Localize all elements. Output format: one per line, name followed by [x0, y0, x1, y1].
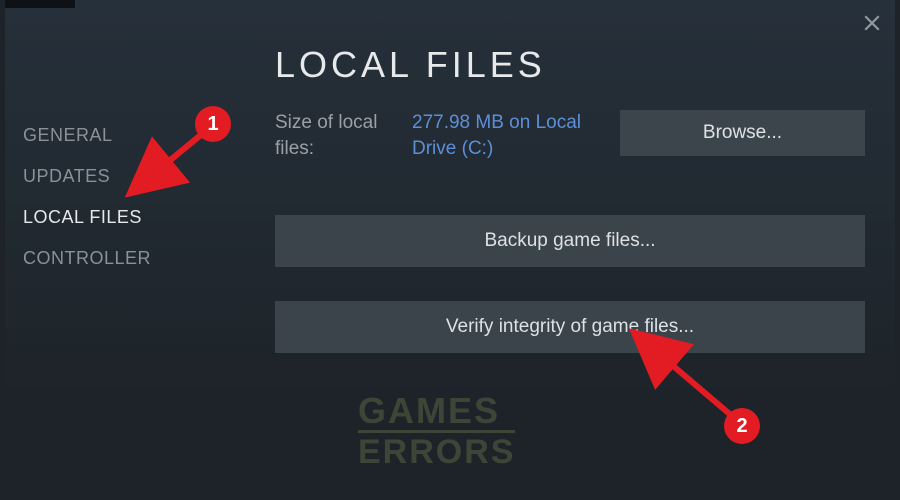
backup-button[interactable]: Backup game files... — [275, 215, 865, 267]
sidebar-item-updates[interactable]: UPDATES — [23, 156, 238, 197]
settings-sidebar: GENERAL UPDATES LOCAL FILES CONTROLLER — [23, 115, 238, 279]
sidebar-item-general[interactable]: GENERAL — [23, 115, 238, 156]
size-info-row: Size of local files: 277.98 MB on Local … — [275, 110, 865, 161]
size-value: 277.98 MB on Local Drive (C:) — [412, 110, 587, 161]
page-title: LOCAL FILES — [275, 44, 865, 86]
sidebar-item-controller[interactable]: CONTROLLER — [23, 238, 238, 279]
close-icon[interactable] — [863, 14, 881, 32]
browse-button[interactable]: Browse... — [620, 110, 865, 156]
sidebar-item-local-files[interactable]: LOCAL FILES — [23, 197, 238, 238]
content-pane: LOCAL FILES Size of local files: 277.98 … — [275, 44, 865, 387]
verify-button[interactable]: Verify integrity of game files... — [275, 301, 865, 353]
size-label: Size of local files: — [275, 110, 400, 161]
properties-window: GENERAL UPDATES LOCAL FILES CONTROLLER L… — [5, 0, 895, 500]
titlebar-fragment — [5, 0, 75, 8]
